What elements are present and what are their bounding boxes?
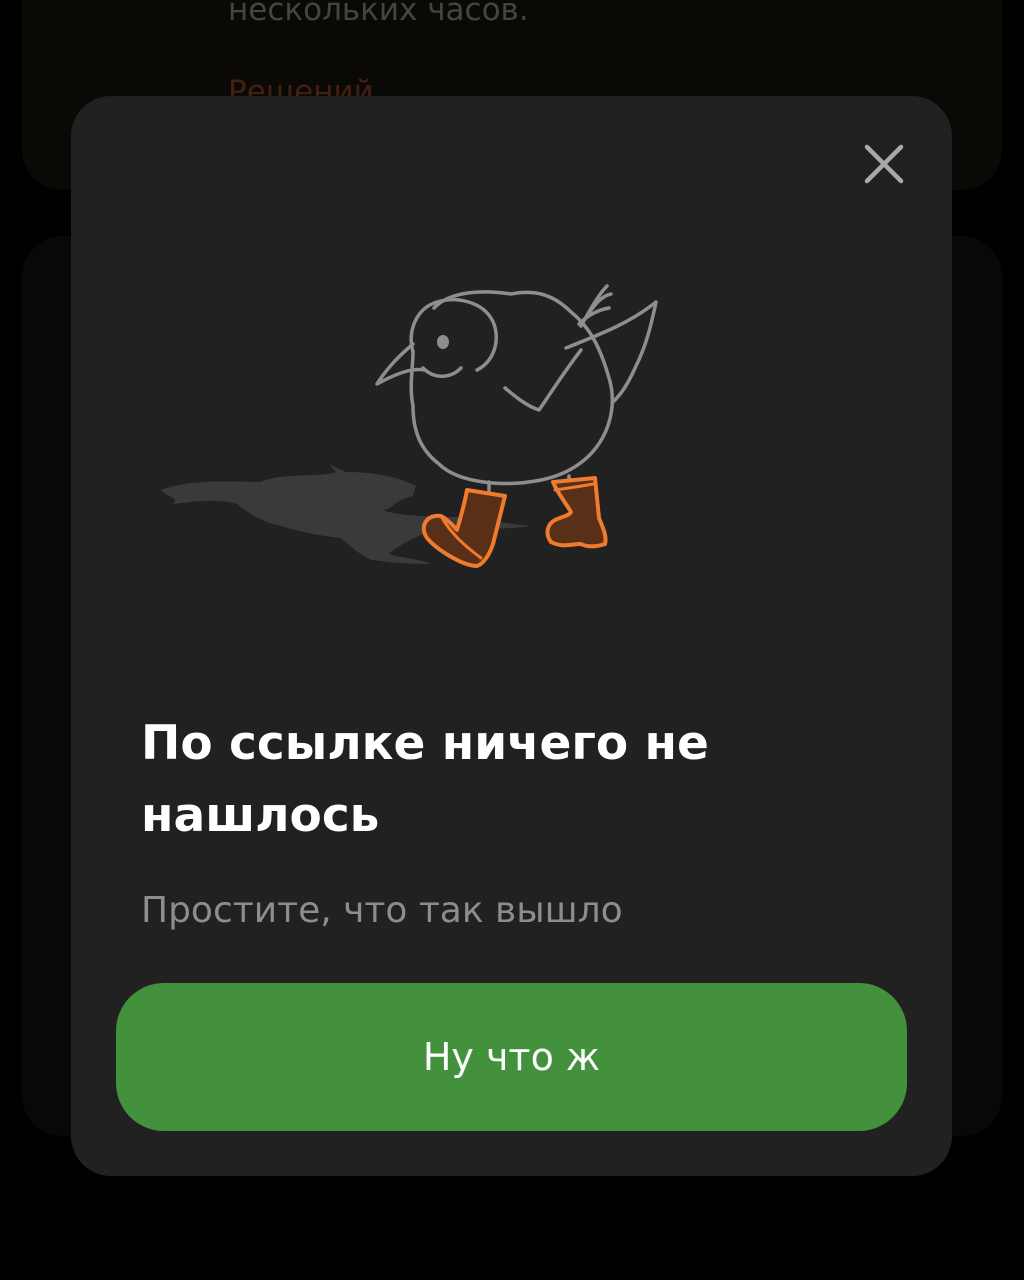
screen: нескольких часов. Решений По ссылке ниче… xyxy=(0,0,1024,1280)
modal-title: По ссылке ничего не нашлось xyxy=(141,716,709,843)
bird-body xyxy=(409,290,614,486)
error-modal: По ссылке ничего не нашлось Простите, чт… xyxy=(71,96,952,1176)
bird-beak xyxy=(375,342,427,386)
bird-wing xyxy=(503,348,583,412)
confirm-button[interactable]: Ну что ж xyxy=(116,983,907,1131)
left-boot xyxy=(421,488,507,568)
bird-eye xyxy=(437,335,449,349)
bird-in-boots-illustration xyxy=(161,284,658,568)
bird-head xyxy=(409,298,499,372)
close-icon xyxy=(864,144,904,184)
close-button[interactable] xyxy=(860,140,908,188)
modal-subtitle: Простите, что так вышло xyxy=(141,890,623,931)
